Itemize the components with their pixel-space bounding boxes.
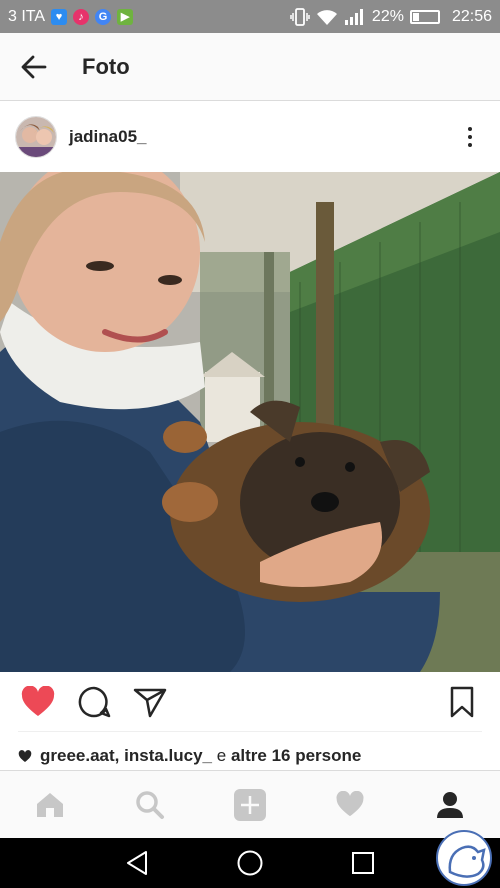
save-button[interactable] [442,682,482,722]
system-nav-bar [0,838,500,888]
wifi-icon [316,9,337,25]
back-button[interactable] [0,33,68,101]
add-post-icon [234,788,266,821]
post-username[interactable]: jadina05_ [69,127,147,147]
back-triangle-icon [126,851,147,875]
post-photo[interactable] [0,172,500,672]
heart-filled-icon [21,686,55,716]
signal-icon [344,8,363,25]
liker-link-1[interactable]: greee.aat [40,746,115,766]
likes-others-link[interactable]: altre 16 persone [231,746,361,766]
play-store-icon: ▶ [117,8,134,25]
music-app-icon: ♪ [73,8,90,25]
profile-icon [437,791,463,818]
google-icon: G [95,8,112,25]
search-icon [136,790,164,819]
like-button[interactable] [18,682,58,722]
clock: 22:56 [451,7,492,25]
arrow-left-icon [21,55,47,78]
home-circle-icon [237,850,263,876]
nav-search[interactable] [120,775,180,835]
comment-button[interactable] [74,682,114,722]
home-icon [37,792,63,817]
system-home-button[interactable] [225,838,275,888]
post-header: jadina05_ [0,101,500,172]
actions-divider [18,731,482,732]
nav-profile[interactable] [420,775,480,835]
carrier-label: 3 ITA [8,7,46,25]
photo-image [0,172,500,672]
likes-separator: , [114,746,120,765]
liker-link-2[interactable]: insta.lucy_ [124,746,212,766]
watermark-logo [436,830,492,886]
app-header: Foto [0,33,500,101]
battery-percent: 22% [371,7,404,25]
vertical-dots-icon [468,126,472,131]
likes-summary: greee.aat, insta.lucy_ e altre 16 person… [18,743,361,769]
send-paper-plane-icon [133,688,167,718]
likes-connector: e [216,746,227,765]
more-options-button[interactable] [455,117,485,157]
likes-heart-icon [18,749,32,762]
vibrate-icon [290,7,310,26]
page-title: Foto [82,53,130,79]
recents-square-icon [352,852,375,874]
nav-activity[interactable] [320,775,380,835]
battery-fill [412,12,419,21]
bookmark-icon [450,686,474,718]
status-left: 3 ITA ♥ ♪ G ▶ [8,7,134,26]
system-back-button[interactable] [112,838,162,888]
activity-heart-icon [336,791,364,817]
nav-add-post[interactable] [220,775,280,835]
comment-bubble-icon [78,686,111,718]
bottom-nav [0,770,500,838]
avatar[interactable] [15,115,57,158]
status-bar: 3 ITA ♥ ♪ G ▶ 22% 22:56 [0,0,500,33]
nav-home[interactable] [20,775,80,835]
share-button[interactable] [130,682,170,722]
battery-icon [409,9,440,24]
health-app-icon: ♥ [51,8,68,25]
system-recents-button[interactable] [338,838,388,888]
post-actions [0,672,500,732]
status-right: 22% 22:56 [290,8,492,26]
